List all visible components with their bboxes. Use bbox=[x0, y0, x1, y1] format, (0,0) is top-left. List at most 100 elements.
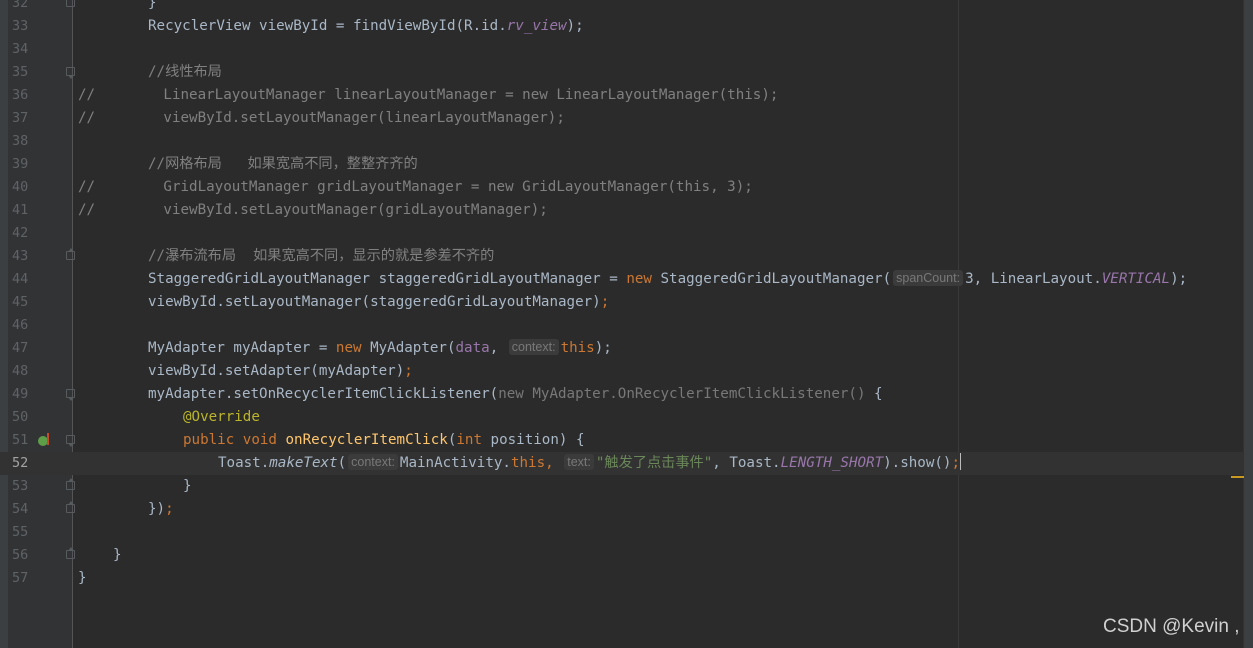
code-line: 48 viewById.setAdapter(myAdapter); bbox=[0, 360, 1244, 383]
code-text: } bbox=[148, 0, 157, 15]
code-line: 47 MyAdapter myAdapter = new MyAdapter(d… bbox=[0, 337, 1244, 360]
token: new bbox=[335, 340, 362, 356]
token: ( bbox=[337, 455, 347, 471]
text-caret bbox=[960, 453, 961, 470]
token: data bbox=[455, 340, 490, 356]
code-comment: //瀑布流布局 如果宽高不同，显示的就是参差不齐的 bbox=[148, 248, 495, 264]
code-line: 55 bbox=[0, 521, 1244, 544]
code-line: 44 StaggeredGridLayoutManager staggeredG… bbox=[0, 268, 1244, 291]
token: position) { bbox=[481, 432, 585, 448]
param-hint: context: bbox=[348, 454, 398, 470]
code-text: MyAdapter myAdapter = new MyAdapter(data… bbox=[148, 337, 612, 360]
token: ); bbox=[566, 18, 584, 34]
param-hint: text: bbox=[564, 454, 594, 470]
code-line: 32 } bbox=[0, 0, 1244, 15]
token: LENGTH_SHORT bbox=[780, 455, 884, 471]
line-number: 34 bbox=[12, 41, 29, 57]
token: onRecyclerItemClick bbox=[285, 432, 448, 448]
token: viewById.setLayoutManager(staggeredGridL… bbox=[148, 294, 601, 310]
token: rv_view bbox=[506, 18, 567, 34]
token: ; bbox=[404, 363, 413, 379]
code-comment: //网格布局 如果宽高不同，整整齐齐的 bbox=[148, 156, 418, 172]
token: 3 bbox=[965, 271, 974, 287]
code-line: 45 viewById.setLayoutManager(staggeredGr… bbox=[0, 291, 1244, 314]
code-text: } bbox=[78, 570, 87, 586]
token: MyAdapter myAdapter = bbox=[148, 340, 336, 356]
line-number: 47 bbox=[12, 340, 29, 356]
token: this bbox=[560, 340, 595, 356]
token: MainActivity. bbox=[399, 455, 511, 471]
token: StaggeredGridLayoutManager( bbox=[651, 271, 892, 287]
line-number: 45 bbox=[12, 294, 29, 310]
fold-icon[interactable] bbox=[66, 248, 75, 260]
scrollbar-marker[interactable] bbox=[1231, 476, 1244, 478]
code-line: 33 RecyclerView viewById = findViewById(… bbox=[0, 15, 1244, 38]
code-line: 49 myAdapter.setOnRecyclerItemClickListe… bbox=[0, 383, 1244, 406]
token: public void bbox=[183, 432, 277, 448]
token: makeText bbox=[269, 455, 338, 471]
token: new bbox=[626, 271, 652, 287]
token: MyAdapter( bbox=[361, 340, 456, 356]
right-tool-strip bbox=[1243, 0, 1253, 648]
fold-icon[interactable] bbox=[66, 547, 75, 559]
line-number: 44 bbox=[12, 271, 29, 287]
token: "触发了点击事件" bbox=[595, 455, 713, 471]
implement-arrow-icon bbox=[47, 433, 49, 445]
line-number: 52 bbox=[12, 455, 29, 471]
code-comment: //线性布局 bbox=[148, 64, 222, 80]
watermark: CSDN @Kevin , bbox=[1103, 616, 1240, 637]
current-code-line[interactable]: 52 Toast.makeText(context: MainActivity.t… bbox=[0, 452, 1244, 475]
code-line: 51 public void onRecyclerItemClick(int p… bbox=[0, 429, 1244, 452]
token: viewById.setAdapter(myAdapter) bbox=[148, 363, 405, 379]
code-text: RecyclerView viewById = findViewById(R.i… bbox=[148, 15, 584, 38]
line-number: 43 bbox=[12, 248, 29, 264]
line-number: 53 bbox=[12, 478, 29, 494]
code-text: } bbox=[113, 547, 122, 563]
line-number: 32 bbox=[12, 0, 29, 11]
code-line: 46 bbox=[0, 314, 1244, 337]
code-annotation: @Override bbox=[183, 409, 260, 425]
code-comment: // viewById.setLayoutManager(gridLayoutM… bbox=[78, 202, 548, 218]
fold-icon[interactable] bbox=[66, 0, 75, 7]
line-number: 36 bbox=[12, 87, 29, 103]
token: , bbox=[489, 340, 507, 356]
line-number: 39 bbox=[12, 156, 29, 172]
line-number: 51 bbox=[12, 432, 29, 448]
token: ; bbox=[600, 294, 610, 310]
code-text: myAdapter.setOnRecyclerItemClickListener… bbox=[148, 383, 883, 406]
token: ).show() bbox=[883, 455, 952, 471]
token: }) bbox=[148, 501, 166, 517]
fold-icon[interactable] bbox=[66, 501, 75, 513]
code-text: Toast.makeText(context: MainActivity.this… bbox=[218, 452, 961, 475]
code-line: 43 //瀑布流布局 如果宽高不同，显示的就是参差不齐的 bbox=[0, 245, 1244, 268]
code-line: 50 @Override bbox=[0, 406, 1244, 429]
token: ); bbox=[594, 340, 612, 356]
token: , bbox=[545, 455, 563, 471]
line-number: 57 bbox=[12, 570, 29, 586]
code-comment: // GridLayoutManager gridLayoutManager =… bbox=[78, 179, 753, 195]
token: this bbox=[510, 455, 546, 471]
line-number: 40 bbox=[12, 179, 29, 195]
fold-icon[interactable] bbox=[66, 478, 75, 490]
code-text: } bbox=[183, 478, 192, 494]
line-number: 46 bbox=[12, 317, 29, 333]
code-text-32: } bbox=[148, 0, 157, 11]
line-number: 54 bbox=[12, 501, 29, 517]
line-number: 48 bbox=[12, 363, 29, 379]
fold-icon[interactable] bbox=[66, 67, 75, 79]
code-line: 36 // LinearLayoutManager linearLayoutMa… bbox=[0, 84, 1244, 107]
code-text: StaggeredGridLayoutManager staggeredGrid… bbox=[148, 268, 1187, 291]
line-number: 56 bbox=[12, 547, 29, 563]
code-text: public void onRecyclerItemClick(int posi… bbox=[183, 429, 584, 452]
code-line: 34 bbox=[0, 38, 1244, 61]
code-text: viewById.setAdapter(myAdapter); bbox=[148, 360, 413, 383]
code-line: 57 } bbox=[0, 567, 1244, 590]
line-number: 50 bbox=[12, 409, 29, 425]
token: StaggeredGridLayoutManager staggeredGrid… bbox=[148, 271, 627, 287]
fold-icon[interactable] bbox=[66, 435, 75, 447]
code-text: viewById.setLayoutManager(staggeredGridL… bbox=[148, 291, 609, 314]
fold-icon[interactable] bbox=[66, 389, 75, 401]
token: ; bbox=[951, 455, 960, 471]
line-number: 55 bbox=[12, 524, 29, 540]
